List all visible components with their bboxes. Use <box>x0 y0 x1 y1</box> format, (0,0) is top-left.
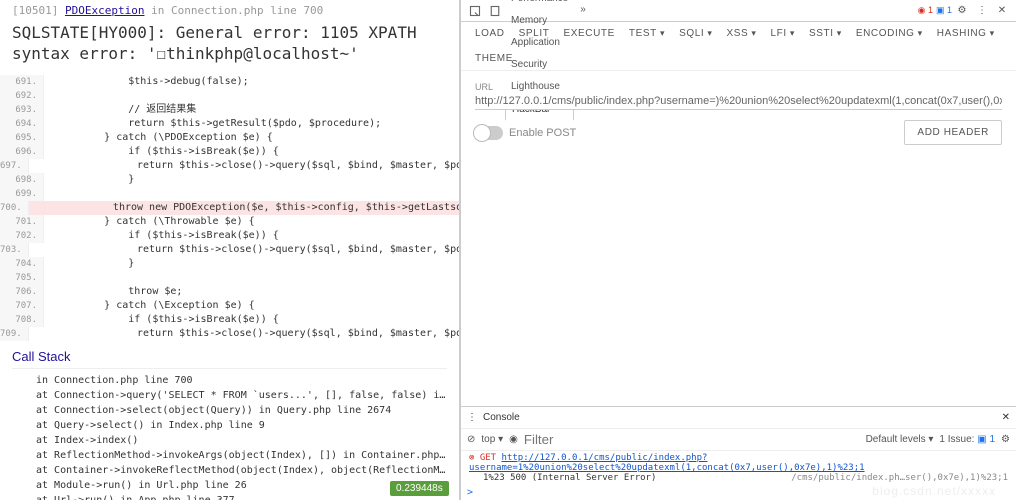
error-title: SQLSTATE[HY000]: General error: 1105 XPA… <box>12 17 447 75</box>
log-location[interactable]: /cms/public/index.ph…ser(),0x7e),1)%23;1 <box>791 473 1008 483</box>
stack-frame[interactable]: at ReflectionMethod->invokeArgs(object(I… <box>36 448 447 463</box>
code-line: 692. <box>0 89 459 103</box>
code-line: 703. return $this->close()->query($sql, … <box>0 243 459 257</box>
levels-dropdown[interactable]: Default levels ▾ <box>866 434 934 445</box>
code-line: 709. return $this->close()->query($sql, … <box>0 327 459 341</box>
toolbar-ssti[interactable]: SSTI <box>809 28 842 39</box>
context-dropdown[interactable]: top ▾ <box>481 434 503 445</box>
url-input[interactable] <box>475 93 1002 110</box>
error-id: [10501] <box>12 4 58 17</box>
exception-class-link[interactable]: PDOException <box>65 4 144 17</box>
clear-console-icon[interactable]: ⊘ <box>467 434 475 445</box>
toolbar-split[interactable]: SPLIT <box>519 28 550 39</box>
toolbar-hashing[interactable]: HASHING <box>937 28 995 39</box>
code-line: 702. if ($this->isBreak($e)) { <box>0 229 459 243</box>
devtools-panel: ElementsConsoleSourcesNetworkPerformance… <box>460 0 1016 500</box>
error-location: in Connection.php line 700 <box>151 4 323 17</box>
code-line: 706. throw $e; <box>0 285 459 299</box>
console-kebab-icon[interactable]: ⋮ <box>467 412 477 423</box>
error-icon: ⊗ <box>469 453 474 463</box>
stack-frame[interactable]: at Query->select() in Index.php line 9 <box>36 418 447 433</box>
close-icon[interactable]: ✕ <box>995 4 1009 18</box>
toolbar-execute[interactable]: EXECUTE <box>563 28 614 39</box>
console-settings-icon[interactable]: ⚙ <box>1001 434 1010 445</box>
toolbar-xss[interactable]: XSS <box>726 28 756 39</box>
more-tabs-icon[interactable]: » <box>574 0 592 22</box>
settings-icon[interactable]: ⚙ <box>955 4 969 18</box>
enable-post-label: Enable POST <box>509 127 576 139</box>
stack-frame[interactable]: at Module->run() in Url.php line 26 <box>36 478 447 493</box>
stack-frame[interactable]: in Connection.php line 700 <box>36 373 447 388</box>
stack-frame[interactable]: at Url->run() in App.php line 377 <box>36 493 447 500</box>
device-icon[interactable] <box>488 4 502 18</box>
callstack-heading: Call Stack <box>12 349 447 369</box>
hackbar-body <box>461 151 1016 406</box>
devtools-tabs-bar: ElementsConsoleSourcesNetworkPerformance… <box>461 0 1016 22</box>
toolbar-test[interactable]: TEST <box>629 28 665 39</box>
code-line: 707. } catch (\Exception $e) { <box>0 299 459 313</box>
stack-frame[interactable]: at Connection->query('SELECT * FROM `use… <box>36 388 447 403</box>
code-line: 696. if ($this->isBreak($e)) { <box>0 145 459 159</box>
url-label: URL <box>475 82 493 92</box>
code-line: 699. <box>0 187 459 201</box>
url-row: URL <box>461 71 1016 114</box>
kebab-icon[interactable]: ⋮ <box>975 4 989 18</box>
add-header-button[interactable]: ADD HEADER <box>904 120 1002 145</box>
code-line: 700. throw new PDOException($e, $this->c… <box>0 201 459 215</box>
enable-post-toggle[interactable]: Enable POST <box>475 126 576 140</box>
code-line: 708. if ($this->isBreak($e)) { <box>0 313 459 327</box>
code-line: 705. <box>0 271 459 285</box>
devtools-tab-performance[interactable]: Performance <box>505 0 574 11</box>
console-log-entry: ⊗ GET http://127.0.0.1/cms/public/index.… <box>461 450 1016 485</box>
code-line: 694. return $this->getResult($pdo, $proc… <box>0 117 459 131</box>
info-badge[interactable]: ▣ 1 <box>936 5 952 16</box>
watermark: blog.csdn.net/xxxxx <box>872 484 996 498</box>
log-url-link[interactable]: http://127.0.0.1/cms/public/index.php?us… <box>469 453 865 473</box>
callstack-list: in Connection.php line 700at Connection-… <box>12 369 447 500</box>
console-drawer-bar: ⋮ Console ✕ <box>461 406 1016 428</box>
toolbar-theme[interactable]: THEME <box>475 53 513 64</box>
stack-frame[interactable]: at Container->invokeReflectMethod(object… <box>36 463 447 478</box>
source-code-block: 691. $this->debug(false);692.693. // 返回结… <box>0 75 459 341</box>
stack-frame[interactable]: at Index->index() <box>36 433 447 448</box>
stack-frame[interactable]: at Connection->select(object(Query)) in … <box>36 403 447 418</box>
toolbar-load[interactable]: LOAD <box>475 28 505 39</box>
code-line: 691. $this->debug(false); <box>0 75 459 89</box>
hackbar-toolbar: LOAD SPLIT EXECUTE TEST SQLI XSS LFI SSTI ENCODI… <box>461 22 1016 71</box>
code-line: 698. } <box>0 173 459 187</box>
toolbar-sqli[interactable]: SQLI <box>679 28 712 39</box>
inspect-icon[interactable] <box>468 4 482 18</box>
eye-icon[interactable]: ◉ <box>509 434 518 445</box>
console-filter-input[interactable] <box>524 432 604 447</box>
error-page-panel: [10501] PDOException in Connection.php l… <box>0 0 460 500</box>
error-badge[interactable]: ◉ 1 <box>918 5 933 16</box>
toolbar-lfi[interactable]: LFI <box>771 28 795 39</box>
issues-link[interactable]: 1 Issue: ▣ 1 <box>939 434 995 445</box>
toolbar-encoding[interactable]: ENCODING <box>856 28 923 39</box>
timing-badge: 0.239448s <box>390 481 449 496</box>
toggle-switch[interactable] <box>475 126 503 140</box>
exception-tag: [10501] PDOException in Connection.php l… <box>12 4 447 17</box>
console-filter-bar: ⊘ top ▾ ◉ Default levels ▾ 1 Issue: ▣ 1 … <box>461 428 1016 450</box>
code-line: 697. return $this->close()->query($sql, … <box>0 159 459 173</box>
console-tab[interactable]: Console <box>477 412 526 423</box>
code-line: 693. // 返回结果集 <box>0 103 459 117</box>
console-close-icon[interactable]: ✕ <box>1002 412 1010 423</box>
code-line: 701. } catch (\Throwable $e) { <box>0 215 459 229</box>
code-line: 704. } <box>0 257 459 271</box>
log-method: GET <box>480 453 496 463</box>
code-line: 695. } catch (\PDOException $e) { <box>0 131 459 145</box>
